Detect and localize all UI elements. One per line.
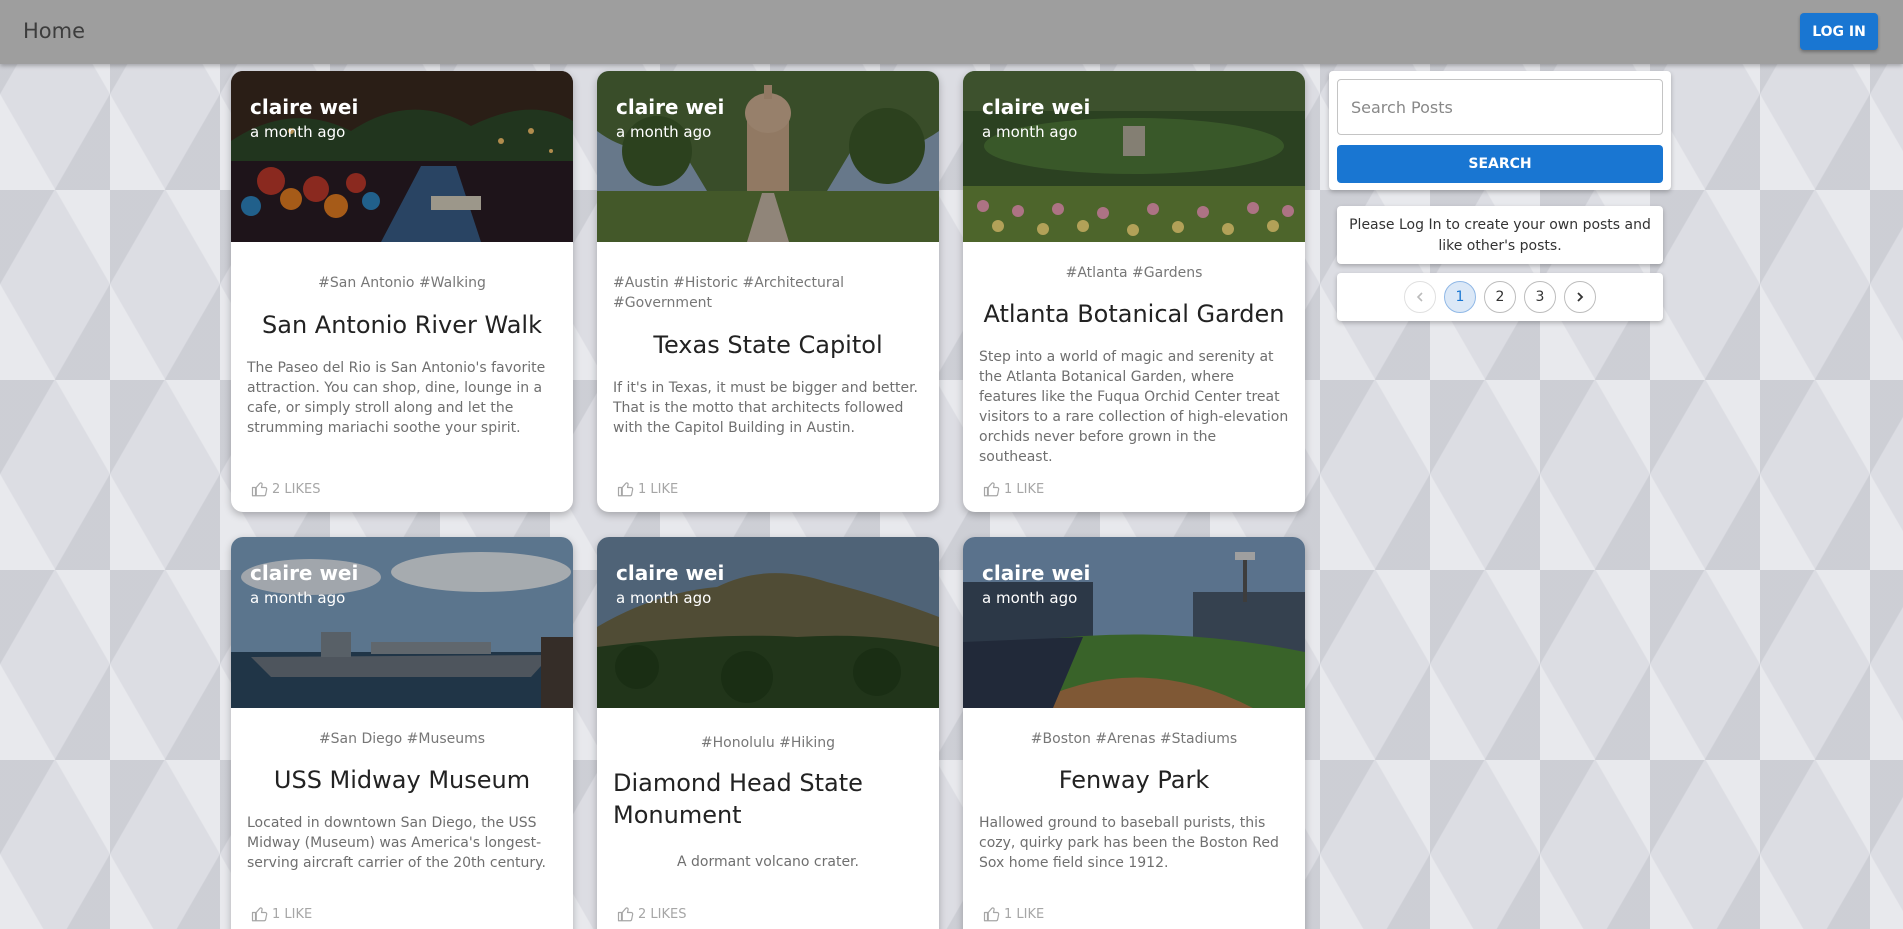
login-notice: Please Log In to create your own posts a…: [1349, 217, 1651, 254]
post-image: claire wei a month ago: [597, 71, 939, 242]
post-description: Located in downtown San Diego, the USS M…: [247, 815, 546, 871]
post-time: a month ago: [616, 123, 712, 141]
post-card[interactable]: claire wei a month ago #Honolulu #Hiking…: [597, 537, 939, 929]
search-input[interactable]: [1337, 79, 1663, 135]
login-notice-panel: Please Log In to create your own posts a…: [1337, 206, 1663, 264]
post-author: claire wei: [982, 561, 1091, 585]
post-tags: #Boston #Arenas #Stadiums: [1030, 731, 1238, 747]
post-tags: #Atlanta #Gardens: [1065, 265, 1203, 281]
like-count: 1 LIKE: [1004, 481, 1045, 497]
search-panel: SEARCH: [1329, 71, 1671, 190]
post-image: claire wei a month ago: [231, 537, 573, 708]
post-description: The Paseo del Rio is San Antonio's favor…: [247, 360, 546, 436]
search-button[interactable]: SEARCH: [1337, 145, 1663, 183]
post-card[interactable]: claire wei a month ago #Atlanta #Gardens…: [963, 71, 1305, 512]
pagination: 1 2 3: [1337, 273, 1663, 313]
like-count: 2 LIKES: [272, 481, 321, 497]
like-button[interactable]: 2 LIKES: [251, 480, 320, 498]
post-author: claire wei: [250, 561, 359, 585]
like-button[interactable]: 1 LIKE: [983, 905, 1044, 923]
like-button[interactable]: 1 LIKE: [617, 480, 678, 498]
post-title: Texas State Capitol: [653, 331, 883, 359]
post-time: a month ago: [250, 123, 346, 141]
page-3-button[interactable]: 3: [1524, 281, 1556, 313]
post-author: claire wei: [250, 95, 359, 119]
thumb-up-icon: [983, 907, 1000, 922]
like-count: 2 LIKES: [638, 906, 687, 922]
post-card[interactable]: claire wei a month ago #San Antonio #Wal…: [231, 71, 573, 512]
post-time: a month ago: [982, 123, 1078, 141]
post-description: If it's in Texas, it must be bigger and …: [613, 380, 918, 436]
post-card[interactable]: claire wei a month ago #Boston #Arenas #…: [963, 537, 1305, 929]
login-button[interactable]: LOG IN: [1800, 13, 1878, 50]
post-card[interactable]: claire wei a month ago #Austin #Historic…: [597, 71, 939, 512]
post-tags: #San Diego #Museums: [318, 731, 486, 747]
post-tags: #San Antonio #Walking: [318, 275, 486, 291]
like-count: 1 LIKE: [638, 481, 679, 497]
thumb-up-icon: [617, 482, 634, 497]
post-tags: #Honolulu #Hiking: [700, 735, 836, 751]
page-1-button[interactable]: 1: [1444, 281, 1476, 313]
post-description: Hallowed ground to baseball purists, thi…: [979, 815, 1279, 871]
home-link[interactable]: Home: [23, 19, 85, 43]
next-page-button[interactable]: [1564, 281, 1596, 313]
post-author: claire wei: [616, 95, 725, 119]
post-image: claire wei a month ago: [597, 537, 939, 708]
post-description: A dormant volcano crater.: [677, 854, 859, 870]
post-title: Diamond Head State Monument: [613, 769, 863, 829]
post-title: Atlanta Botanical Garden: [983, 300, 1285, 328]
chevron-right-icon: [1577, 292, 1584, 302]
post-title: USS Midway Museum: [273, 766, 531, 794]
post-author: claire wei: [616, 561, 725, 585]
like-button[interactable]: 1 LIKE: [251, 905, 312, 923]
chevron-left-icon: [1416, 292, 1423, 302]
like-count: 1 LIKE: [1004, 906, 1045, 922]
thumb-up-icon: [617, 907, 634, 922]
previous-page-button[interactable]: [1404, 281, 1436, 313]
post-time: a month ago: [616, 589, 712, 607]
like-button[interactable]: 1 LIKE: [983, 480, 1044, 498]
post-time: a month ago: [250, 589, 346, 607]
post-tags: #Austin #Historic #Architectural #Govern…: [613, 275, 845, 311]
post-card[interactable]: claire wei a month ago #San Diego #Museu…: [231, 537, 573, 929]
post-image: claire wei a month ago: [963, 71, 1305, 242]
post-image: claire wei a month ago: [963, 537, 1305, 708]
post-author: claire wei: [982, 95, 1091, 119]
post-title: Fenway Park: [1058, 766, 1210, 794]
post-title: San Antonio River Walk: [262, 311, 542, 339]
page-2-button[interactable]: 2: [1484, 281, 1516, 313]
like-button[interactable]: 2 LIKES: [617, 905, 686, 923]
pagination-panel: 1 2 3: [1337, 273, 1663, 321]
post-time: a month ago: [982, 589, 1078, 607]
thumb-up-icon: [983, 482, 1000, 497]
thumb-up-icon: [251, 907, 268, 922]
like-count: 1 LIKE: [272, 906, 313, 922]
post-description: Step into a world of magic and serenity …: [979, 349, 1289, 465]
thumb-up-icon: [251, 482, 268, 497]
app-bar: Home LOG IN: [0, 0, 1903, 64]
post-image: claire wei a month ago: [231, 71, 573, 242]
